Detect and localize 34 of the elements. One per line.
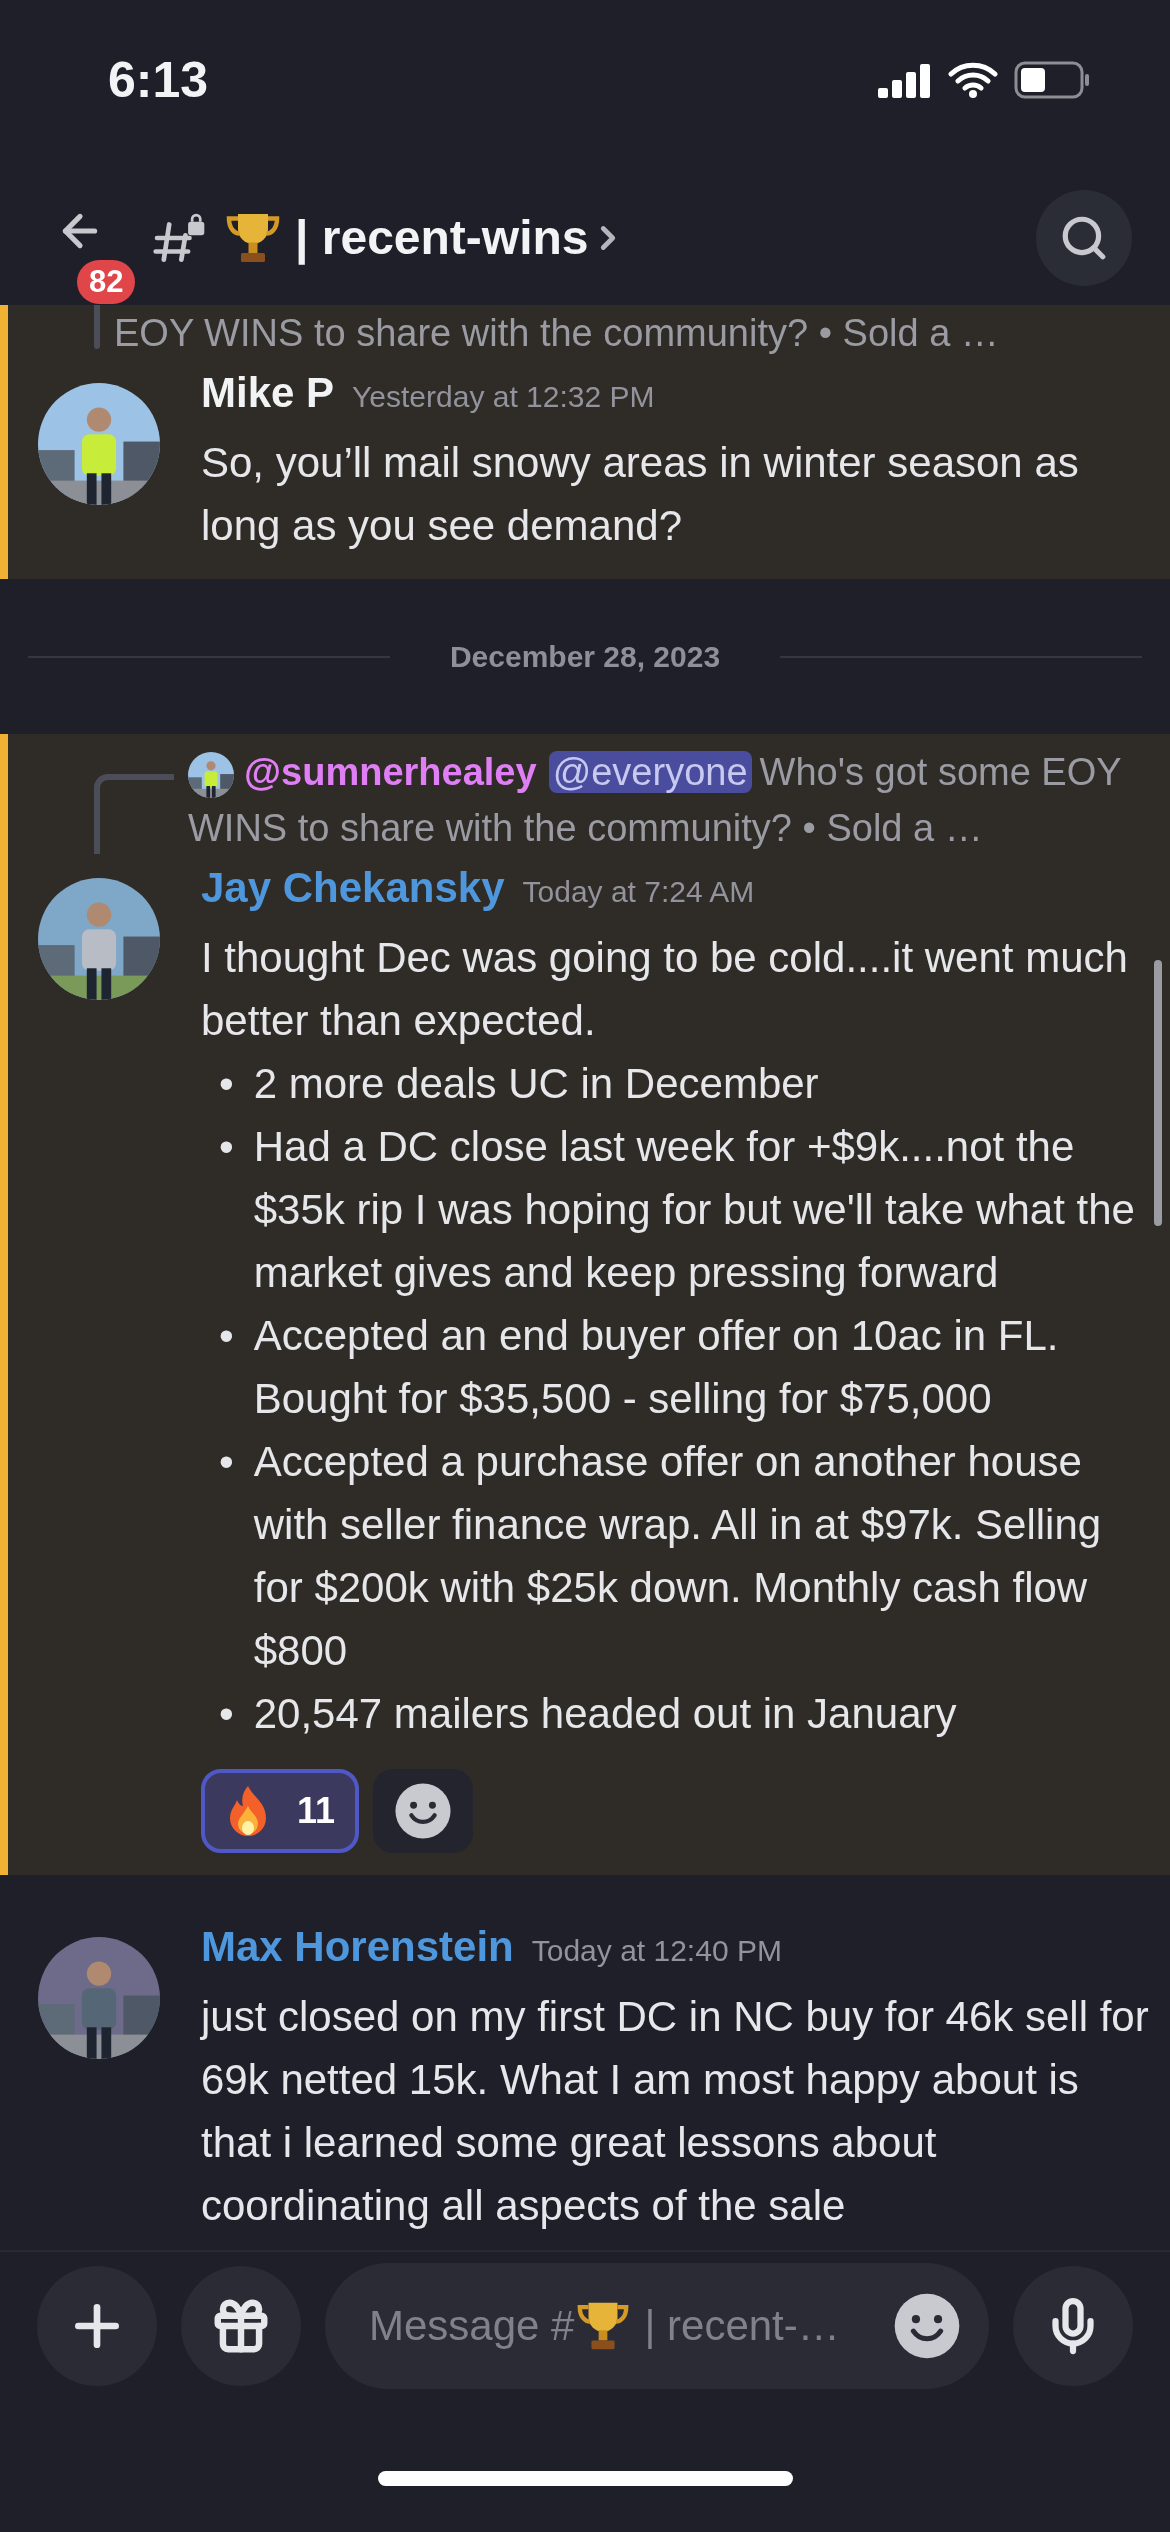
message-text: I thought Dec was going to be cold....it went much better than expected. [201, 933, 1129, 1046]
wifi-icon [948, 62, 998, 98]
bullet-item: Had a DC close last week for +$9k....not the $35k rip I was hoping for but we'll take what the market gives and keep pressing forward [253, 1122, 1136, 1298]
author-name[interactable]: Max Horenstein [201, 1923, 514, 1971]
reply-preview[interactable]: @sumnerhealey @everyone Who's got some EOY WINS to share with the community? • Sold a … [188, 744, 1150, 856]
timestamp: Today at 12:40 PM [531, 1934, 782, 1968]
bullet-marker: • [219, 1059, 234, 1109]
timestamp: Today at 7:24 AM [522, 875, 755, 909]
bullet-item: 20,547 mailers headed out in January [253, 1689, 957, 1739]
add-reaction-button[interactable] [373, 1769, 473, 1853]
smiley-icon [893, 2292, 961, 2360]
message-text: just closed on my first DC in NC buy for 46k sell for 69k netted 15k. What I am most happy about is that i learned some great lessons about coordinating all aspects of the sale [201, 1992, 1150, 2231]
bullet-item: Accepted an end buyer offer on 10ac in FL. Bought for $35,500 - selling for $75,000 [253, 1311, 1060, 1424]
signal-icon [878, 62, 932, 98]
status-time: 6:13 [108, 51, 209, 109]
smiley-icon [394, 1782, 452, 1840]
reply-connector [94, 305, 100, 349]
timestamp: Yesterday at 12:32 PM [352, 380, 655, 414]
bullet-item: 2 more deals UC in December [253, 1059, 819, 1109]
bullet-marker: • [219, 1689, 234, 1739]
unread-badge: 82 [77, 259, 136, 304]
date-divider: December 28, 2023 [449, 639, 721, 674]
channel-title[interactable]: | recent-wins [295, 210, 589, 265]
bullet-marker: • [219, 1122, 234, 1172]
author-name[interactable]: Mike P [201, 369, 335, 417]
reaction-button[interactable]: 11 [201, 1769, 359, 1853]
bullet-marker: • [219, 1437, 234, 1487]
message-field[interactable]: Message # | recent-… [325, 2263, 989, 2389]
author-name[interactable]: Jay Chekansky [201, 864, 505, 912]
bullet-item: Accepted a purchase offer on another house with seller finance wrap. All in at $97k. Selling for $200k with $25k down. Monthly cash flow $800 [253, 1437, 1103, 1676]
battery-icon [1014, 61, 1090, 99]
bullet-marker: • [219, 1311, 234, 1361]
reply-preview[interactable]: EOY WINS to share with the community? • Sold a … [114, 305, 999, 361]
message-text: So, you’ll mail snowy areas in winter season as long as you see demand? [201, 438, 1080, 551]
